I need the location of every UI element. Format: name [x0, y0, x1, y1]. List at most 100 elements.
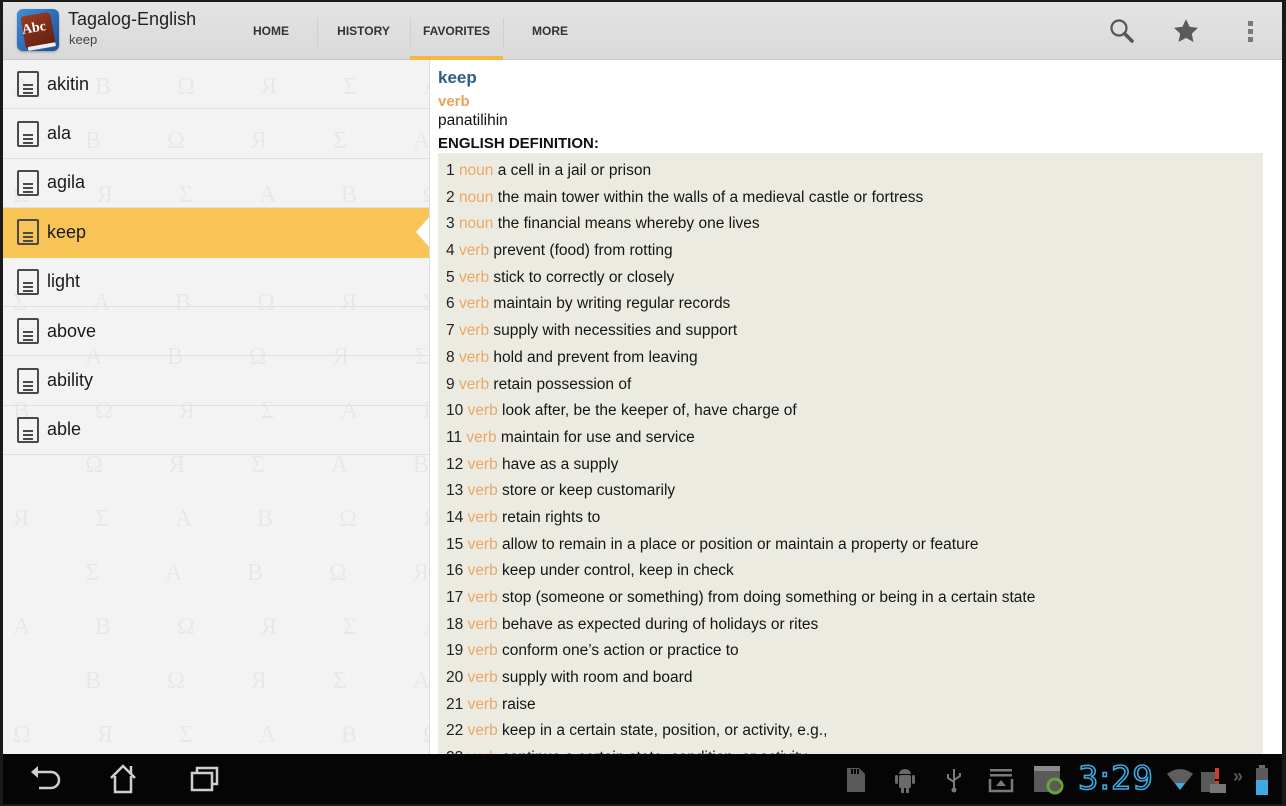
definition-row: 1 noun a cell in a jail or prison	[438, 160, 1263, 187]
definition-row: 3 noun the financial means whereby one l…	[438, 213, 1263, 240]
system-navigation-bar: 3:29 »	[3, 754, 1282, 804]
definition-pos: verb	[467, 508, 498, 526]
back-icon	[31, 766, 61, 790]
definition-text: a cell in a jail or prison	[497, 162, 652, 179]
selection-pointer	[416, 216, 429, 249]
word-list: akitin ala agila keep light above ability able	[3, 60, 429, 456]
definition-number: 16	[446, 562, 464, 580]
search-button[interactable]	[1107, 16, 1137, 46]
recent-apps-icon	[190, 766, 219, 792]
more-status-icon[interactable]: »	[1233, 766, 1243, 787]
definition-pos: verb	[458, 375, 490, 393]
definition-row: 18 verb behave as expected during of hol…	[438, 614, 1263, 641]
definition-row: 15 verb allow to remain in a place or po…	[438, 534, 1263, 561]
entry-translation: panatilihin	[438, 112, 508, 129]
definition-number: 19	[446, 642, 464, 660]
document-icon	[17, 169, 39, 196]
favorite-button[interactable]	[1171, 16, 1201, 46]
definition-text: hold and prevent from leaving	[493, 348, 698, 366]
definition-pos: verb	[466, 428, 497, 446]
entry-headword: keep	[438, 68, 477, 87]
definition-text: prevent (food) from rotting	[493, 242, 673, 260]
overflow-menu-icon	[1247, 20, 1253, 26]
definition-number: 15	[446, 535, 464, 553]
word-list-item[interactable]: able	[3, 406, 429, 456]
word-list-item[interactable]: keep	[3, 208, 429, 258]
definition-number: 12	[446, 455, 464, 473]
definition-row: 23 verb continue a certain state, condit…	[438, 747, 1263, 754]
definition-pos: verb	[467, 482, 498, 500]
definition-text: supply with necessities and support	[493, 322, 738, 340]
sd-card-icon	[847, 768, 865, 792]
tab-history[interactable]: HISTORY	[317, 2, 410, 60]
definition-number: 13	[446, 482, 464, 500]
definition-number: 11	[446, 428, 463, 446]
clock: 3:29	[1077, 758, 1154, 798]
definition-list[interactable]: 1 noun a cell in a jail or prison 2 noun …	[438, 153, 1263, 754]
definition-number: 21	[446, 695, 464, 713]
definition-number: 20	[446, 669, 464, 687]
definition-number: 14	[446, 508, 464, 526]
recent-apps-button[interactable]	[183, 762, 223, 796]
definition-pos: verb	[467, 455, 498, 473]
tab-bar: HOME HISTORY FAVORITES MORE	[225, 2, 597, 60]
app-logo-icon[interactable]: Abc	[17, 9, 59, 51]
word-list-label: ability	[47, 370, 94, 391]
definition-text: retain possession of	[493, 375, 632, 393]
definition-number: 10	[446, 402, 464, 420]
word-list-item[interactable]: agila	[3, 159, 429, 209]
tab-favorites[interactable]: FAVORITES	[410, 2, 503, 60]
document-icon	[17, 318, 39, 345]
tab-more[interactable]: MORE	[503, 2, 597, 60]
word-list-item[interactable]: ability	[3, 356, 429, 406]
overflow-menu-button[interactable]	[1235, 16, 1265, 46]
screenshot-sync-icon	[1034, 766, 1064, 795]
definition-text: behave as expected during of holidays or…	[502, 615, 819, 633]
word-list-label: light	[47, 271, 81, 292]
word-list-label: able	[47, 419, 82, 440]
definition-number: 7	[446, 322, 455, 340]
word-list-item[interactable]: akitin	[3, 60, 429, 110]
definition-text: maintain for use and service	[500, 428, 695, 446]
definition-pos: noun	[458, 215, 494, 233]
document-icon	[17, 219, 39, 246]
wifi-icon	[1167, 769, 1193, 790]
definition-pos: verb	[458, 242, 490, 260]
definition-row: 7 verb supply with necessities and suppo…	[438, 320, 1263, 347]
word-list-label: keep	[47, 221, 87, 242]
home-button[interactable]	[103, 762, 143, 796]
definition-heading: ENGLISH DEFINITION:	[438, 135, 599, 152]
definition-number: 9	[446, 375, 455, 393]
definition-row: 22 verb keep in a certain state, positio…	[438, 720, 1263, 747]
home-icon	[110, 764, 136, 794]
back-button[interactable]	[25, 762, 65, 796]
definition-text: look after, be the keeper of, have charg…	[502, 402, 797, 420]
definition-pos: verb	[467, 615, 498, 633]
definition-row: 2 noun the main tower within the walls o…	[438, 187, 1263, 214]
definition-pos: verb	[458, 295, 490, 313]
word-list-item[interactable]: light	[3, 258, 429, 307]
definition-row: 16 verb keep under control, keep in chec…	[438, 560, 1263, 587]
word-list-label: agila	[47, 172, 86, 193]
word-list-label: akitin	[47, 73, 90, 94]
word-list-item[interactable]: ala	[3, 109, 429, 159]
android-debug-icon	[895, 769, 915, 793]
download-icon	[988, 769, 1014, 793]
document-icon	[17, 367, 39, 394]
definition-number: 6	[446, 295, 455, 313]
definition-number: 18	[446, 615, 464, 633]
definition-row: 5 verb stick to correctly or closely	[438, 267, 1263, 294]
definition-text: the main tower within the walls of a med…	[497, 188, 924, 206]
document-icon	[17, 71, 39, 98]
definition-text: have as a supply	[502, 455, 619, 473]
definition-row: 10 verb look after, be the keeper of, ha…	[438, 400, 1263, 427]
definition-row: 12 verb have as a supply	[438, 454, 1263, 481]
keyboard-alert-icon	[1201, 768, 1226, 793]
definition-pos: verb	[458, 348, 490, 366]
document-icon	[17, 416, 39, 443]
word-list-item[interactable]: above	[3, 307, 429, 357]
definition-number: 4	[446, 242, 455, 260]
definition-pos: verb	[467, 722, 498, 740]
tab-home[interactable]: HOME	[225, 2, 317, 60]
definition-pos: verb	[467, 535, 498, 553]
